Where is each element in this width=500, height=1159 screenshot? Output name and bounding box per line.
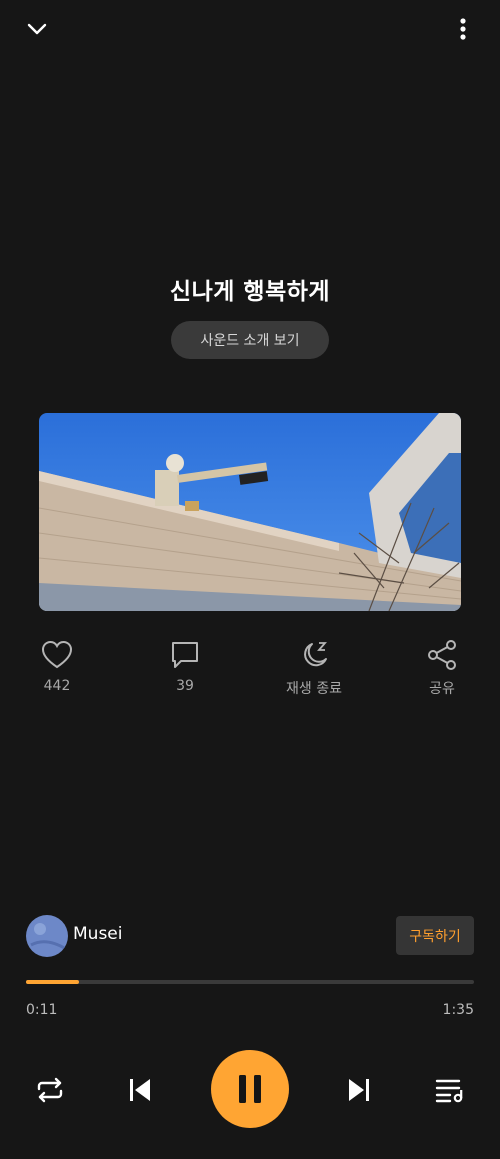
sleep-timer-icon <box>304 642 327 667</box>
like-count: 442 <box>43 678 71 694</box>
pause-icon <box>239 1075 261 1103</box>
comment-icon <box>172 642 198 668</box>
previous-button[interactable] <box>120 1070 160 1110</box>
total-duration: 1:35 <box>442 1002 474 1018</box>
progress-bar[interactable] <box>26 980 474 984</box>
play-pause-button[interactable] <box>211 1050 289 1128</box>
share-button[interactable]: 공유 <box>402 640 482 698</box>
artist-name[interactable]: Musei <box>73 924 122 944</box>
share-icon <box>428 640 456 670</box>
heart-icon <box>41 640 73 669</box>
next-icon <box>349 1079 369 1101</box>
previous-icon <box>130 1079 150 1101</box>
playlist-icon <box>435 1079 463 1103</box>
more-menu-button[interactable] <box>448 14 478 44</box>
share-label: 공유 <box>429 681 455 697</box>
subscribe-button[interactable]: 구독하기 <box>396 916 474 955</box>
elapsed-time: 0:11 <box>26 1002 58 1018</box>
chevron-down-icon <box>27 23 47 35</box>
more-vert-icon <box>460 18 466 40</box>
sleep-timer-label: 재생 종료 <box>286 681 342 697</box>
progress-fill <box>26 980 79 984</box>
comment-button[interactable]: 39 <box>145 640 225 694</box>
sound-intro-button[interactable]: 사운드 소개 보기 <box>171 321 329 359</box>
like-button[interactable]: 442 <box>17 640 97 694</box>
track-title: 신나게 행복하게 <box>169 279 331 305</box>
repeat-icon <box>37 1077 63 1103</box>
collapse-button[interactable] <box>22 14 52 44</box>
repeat-button[interactable] <box>30 1070 70 1110</box>
comment-count: 39 <box>176 678 194 694</box>
playlist-button[interactable] <box>430 1070 470 1110</box>
avatar[interactable] <box>26 915 68 957</box>
cover-image <box>39 413 461 611</box>
next-button[interactable] <box>339 1070 379 1110</box>
sleep-timer-button[interactable]: 재생 종료 <box>274 640 354 698</box>
